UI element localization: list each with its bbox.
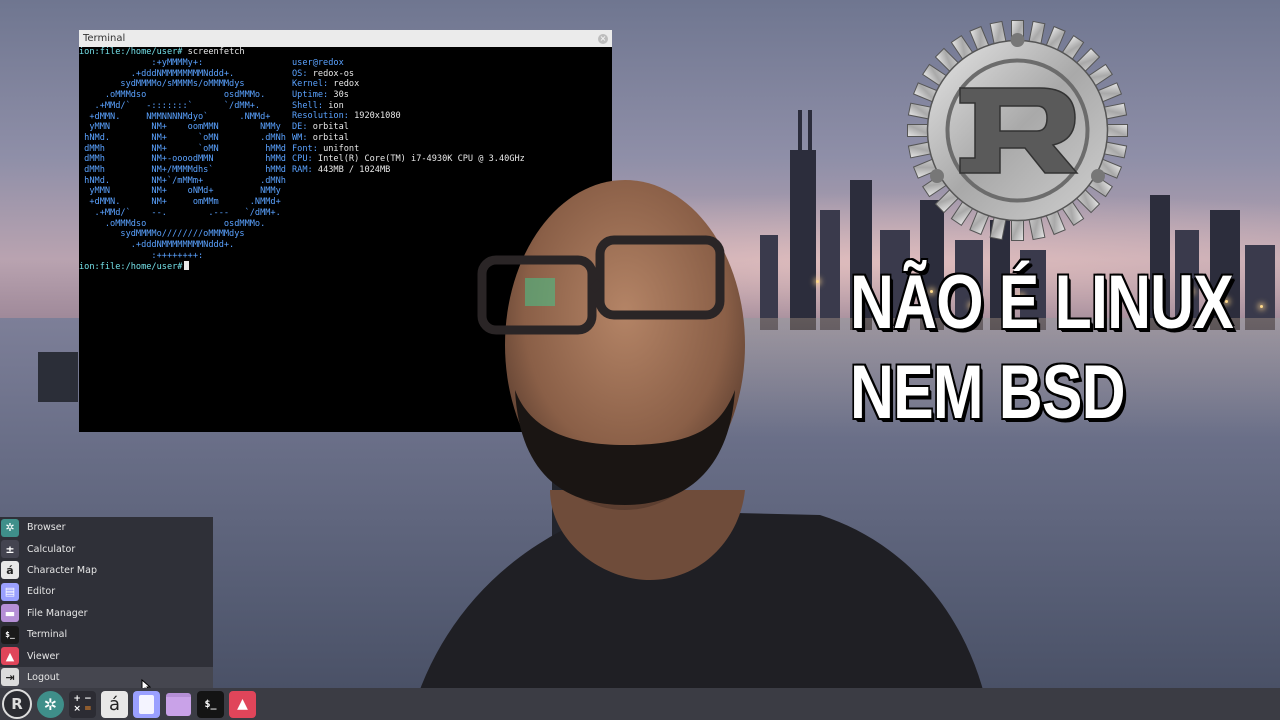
taskbar-terminal-button[interactable]: $_: [197, 690, 224, 718]
folder-icon: [166, 692, 191, 716]
character-map-icon: á: [1, 561, 19, 580]
menu-item-label: Viewer: [27, 650, 60, 662]
system-info-row: Kernel: redox: [292, 79, 525, 90]
system-info-row: OS: redox-os: [292, 69, 525, 80]
taskbar-viewer-button[interactable]: ▲: [229, 690, 256, 718]
folder-icon: ▬: [1, 604, 19, 623]
system-info-row: DE: orbital: [292, 122, 525, 133]
system-info-value: ion: [328, 100, 344, 111]
taskbar-character-map-button[interactable]: á: [101, 690, 128, 718]
system-info-key: WM:: [292, 132, 308, 143]
terminal-command-line: ion:file:/home/user# screenfetch: [79, 47, 245, 58]
terminal-prompt-current: ion:file:/home/user#: [79, 262, 183, 272]
system-info-key: Resolution:: [292, 111, 349, 122]
system-info-value: 443MB / 1024MB: [317, 164, 391, 175]
terminal-command: screenfetch: [187, 47, 245, 57]
system-info-value: unifont: [323, 143, 360, 154]
menu-item-editor[interactable]: ▤ Editor: [0, 581, 213, 602]
system-info-value: redox: [333, 79, 360, 90]
terminal-input-line[interactable]: ion:file:/home/user#: [79, 261, 190, 273]
system-info-key: Kernel:: [292, 79, 329, 90]
terminal-icon: $_: [1, 625, 19, 644]
menu-item-label: Character Map: [27, 564, 97, 576]
terminal-prompt: ion:file:/home/user#: [79, 47, 183, 57]
system-info-row: Shell: ion: [292, 101, 525, 112]
presenter-photo: [410, 180, 990, 720]
menu-item-file-manager[interactable]: ▬ File Manager: [0, 603, 213, 624]
wallpaper-pier: [38, 352, 78, 402]
taskbar-editor-button[interactable]: [133, 690, 160, 718]
system-info-value: orbital: [312, 132, 349, 143]
menu-item-viewer[interactable]: ▲ Viewer: [0, 645, 213, 666]
terminal-titlebar[interactable]: Terminal ×: [79, 30, 612, 47]
start-menu-label: R: [11, 695, 23, 713]
terminal-title: Terminal: [83, 33, 126, 44]
system-info: user@redox OS: redox-os Kernel: redox Upti…: [292, 58, 525, 176]
system-info-key: OS:: [292, 68, 308, 79]
user-host: user@redox: [292, 58, 344, 68]
browser-icon: ✲: [1, 518, 19, 537]
taskbar-browser-button[interactable]: ✲: [37, 690, 64, 718]
menu-item-label: Logout: [27, 671, 60, 683]
system-info-value: redox-os: [312, 68, 355, 79]
system-info-value: 30s: [333, 90, 349, 101]
menu-item-label: Terminal: [27, 629, 68, 641]
system-info-key: DE:: [292, 122, 308, 133]
system-info-value: orbital: [312, 122, 349, 133]
app-launcher-menu: ✲ Browser ± Calculator á Character Map ▤ Editor…: [0, 517, 213, 689]
menu-item-logout[interactable]: ⇥ Logout: [0, 666, 213, 689]
menu-item-label: Editor: [27, 586, 56, 598]
terminal-cursor: [184, 261, 190, 270]
editor-icon: ▤: [1, 582, 19, 601]
menu-item-label: Calculator: [27, 543, 76, 555]
system-info-row: Uptime: 30s: [292, 90, 525, 101]
system-info-key: Uptime:: [292, 90, 329, 101]
menu-item-calculator[interactable]: ± Calculator: [0, 538, 213, 559]
image-viewer-icon: ▲: [1, 647, 19, 666]
menu-item-terminal[interactable]: $_ Terminal: [0, 624, 213, 645]
calculator-icon: + − × =: [73, 694, 92, 714]
system-info-row: WM: orbital: [292, 133, 525, 144]
taskbar-file-manager-button[interactable]: [165, 691, 192, 718]
system-info-key: RAM:: [292, 164, 313, 175]
system-info-value: 1920x1080: [354, 111, 401, 122]
system-info-key: Font:: [292, 143, 318, 154]
menu-item-label: Browser: [27, 522, 66, 534]
menu-item-character-map[interactable]: á Character Map: [0, 560, 213, 581]
system-info-row: Font: unifont: [292, 144, 525, 155]
system-info-row: Resolution: 1920x1080: [292, 111, 525, 122]
terminal-icon: $_: [204, 698, 217, 710]
calculator-icon: ±: [1, 540, 19, 559]
taskbar-calculator-button[interactable]: + − × =: [69, 690, 96, 718]
image-viewer-icon: ▲: [237, 696, 248, 712]
character-map-icon: á: [108, 693, 121, 715]
menu-item-label: File Manager: [27, 607, 88, 619]
redox-ascii-logo: :+yMMMMy+: .+dddNMMMMMMMMNddd+. sydMMMMo…: [84, 58, 286, 261]
system-info-key: Shell:: [292, 100, 324, 111]
taskbar: R ✲ + − × = á $_ ▲: [0, 688, 1280, 720]
browser-icon: ✲: [43, 694, 58, 714]
logout-icon: ⇥: [1, 668, 19, 687]
menu-item-browser[interactable]: ✲ Browser: [0, 517, 213, 538]
close-icon[interactable]: ×: [598, 33, 608, 44]
start-menu-button[interactable]: R: [2, 689, 32, 719]
editor-icon: [139, 694, 154, 714]
system-info-key: CPU:: [292, 154, 313, 165]
